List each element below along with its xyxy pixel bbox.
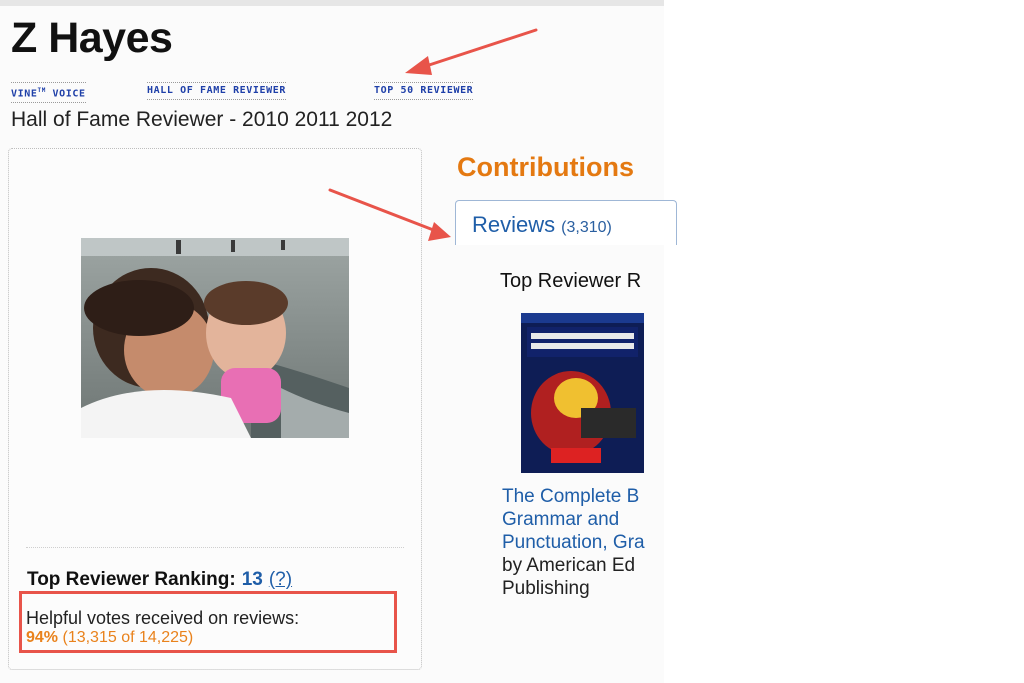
book-cover[interactable] bbox=[521, 313, 644, 473]
tab-reviews-label: Reviews (3,310) bbox=[472, 212, 612, 238]
book-title-link[interactable]: The Complete B Grammar and Punctuation, … bbox=[502, 485, 645, 554]
ranking-value-link[interactable]: 13 bbox=[242, 569, 263, 590]
vine-voice-badge[interactable]: VINETM VOICE bbox=[11, 82, 86, 104]
helpful-votes-label: Helpful votes received on reviews: bbox=[26, 608, 300, 628]
top-reviewer-section-heading: Top Reviewer R bbox=[500, 270, 642, 292]
book-author-line-2: Publishing bbox=[502, 578, 590, 599]
hall-of-fame-years: Hall of Fame Reviewer - 2010 2011 2012 bbox=[11, 108, 393, 131]
top-reviewer-ranking: Top Reviewer Ranking: 13 (?) bbox=[27, 569, 292, 591]
profile-photo-image bbox=[81, 238, 349, 438]
trademark-mark: TM bbox=[37, 87, 46, 94]
book-author: by American Ed Publishing bbox=[502, 554, 635, 600]
cover-image bbox=[521, 313, 644, 473]
reviewer-name: Z Hayes bbox=[11, 14, 173, 62]
helpful-votes-value: 94% (13,315 of 14,225) bbox=[26, 629, 193, 647]
ranking-help-link[interactable]: (?) bbox=[269, 569, 292, 590]
hall-of-fame-badge[interactable]: HALL OF FAME REVIEWER bbox=[147, 82, 287, 100]
voice-label: VOICE bbox=[45, 88, 86, 100]
book-title-line-1: The Complete B bbox=[502, 486, 640, 507]
book-author-line-1: by American Ed bbox=[502, 555, 636, 576]
card-divider bbox=[26, 547, 404, 548]
tab-reviews-count: (3,310) bbox=[561, 219, 612, 236]
book-title-line-2: Grammar and bbox=[502, 509, 620, 530]
top-50-badge[interactable]: TOP 50 REVIEWER bbox=[374, 82, 474, 100]
helpful-percent: 94% bbox=[26, 629, 59, 646]
contributions-heading: Contributions bbox=[457, 152, 634, 182]
vine-label: VINE bbox=[11, 88, 38, 100]
profile-photo bbox=[81, 238, 349, 438]
tab-reviews-text: Reviews bbox=[472, 212, 556, 237]
tab-reviews[interactable]: Reviews (3,310) bbox=[455, 200, 677, 245]
ranking-label: Top Reviewer Ranking: bbox=[27, 569, 236, 590]
book-title-line-3: Punctuation, Gra bbox=[502, 532, 645, 553]
helpful-counts: (13,315 of 14,225) bbox=[62, 629, 194, 646]
